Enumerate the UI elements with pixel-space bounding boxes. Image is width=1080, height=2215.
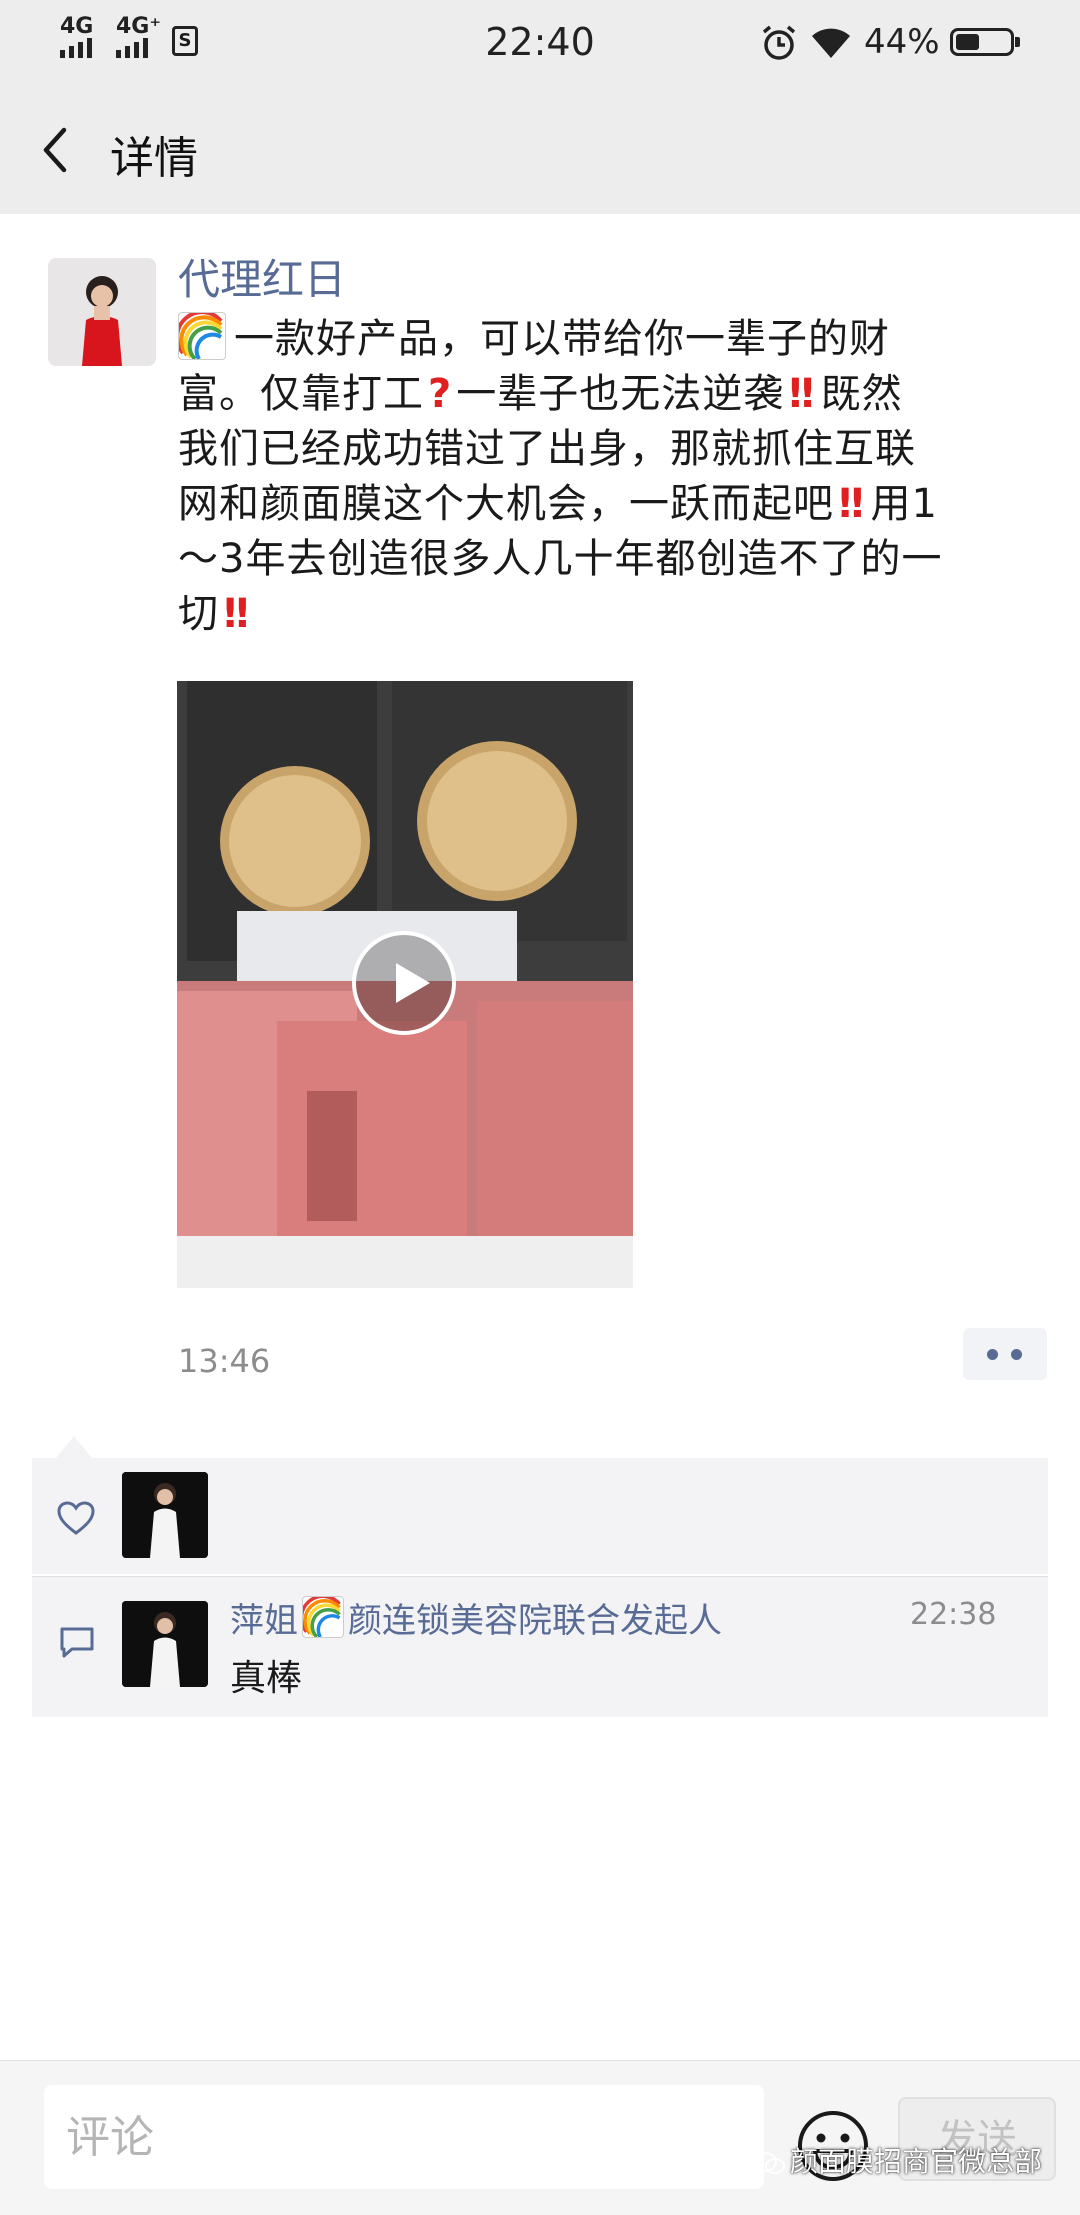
wifi-icon [812,28,850,58]
post-text: 一款好产品，可以带给你一辈子的财 富。仅靠打工? 一辈子也无法逆袭!! 既然 我们已… [178,312,1048,642]
chevron-left-icon[interactable] [36,122,76,178]
commenter-name-part: 颜连锁美容院联合发起人 [348,1601,722,1641]
dot-icon [987,1349,998,1360]
page-title: 详情 [110,133,198,184]
alarm-icon [762,25,796,60]
post-text-line: 网和颜面膜这个大机会，一跃而起吧 [178,481,834,527]
comment-text[interactable]: 真棒 [230,1649,302,1701]
liker-avatar[interactable] [122,1472,208,1558]
comment-time: 22:38 [910,1597,997,1632]
post-time: 13:46 [178,1342,271,1380]
question-mark-emoji-icon: ? [428,371,453,417]
video-thumbnail[interactable] [177,681,633,1288]
interaction-pointer [56,1436,92,1458]
more-options-button[interactable] [963,1328,1047,1380]
rainbow-emoji-icon [178,312,226,360]
commenter-name[interactable]: 萍姐 颜连锁美容院联合发起人 [230,1593,722,1642]
double-exclamation-emoji-icon: !! [836,481,867,527]
post-text-line: 我们已经成功错过了出身，那就抓住互联 [178,426,916,472]
comment-input-bar: 发送 [0,2060,1080,2215]
watermark-text: 颜面膜招商官微总部 [790,2145,1043,2178]
battery-icon [950,28,1020,56]
commenter-name-part: 萍姐 [230,1601,298,1641]
rainbow-emoji-icon [302,1596,344,1638]
play-icon[interactable] [352,931,456,1035]
wechat-logo-icon [753,2152,785,2174]
dot-icon [1011,1349,1022,1360]
likes-section [32,1458,1048,1574]
author-avatar[interactable] [48,258,156,366]
post-text-line: 既然 [820,371,903,417]
comments-section: 萍姐 颜连锁美容院联合发起人 22:38 真棒 [32,1576,1048,1717]
post-text-line: 切 [178,591,219,637]
battery-percent: 44% [864,22,940,62]
post-text-line: ～3年去创造很多人几十年都创造不了的一 [178,536,943,582]
post-text-line: 一辈子也无法逆袭 [456,371,785,417]
comment-input[interactable] [44,2085,764,2189]
comment-icon [60,1627,94,1658]
author-name[interactable]: 代理红日 [178,246,346,307]
watermark: 颜面膜招商官微总部 [752,2140,1042,2180]
double-exclamation-emoji-icon: !! [786,371,817,417]
post-text-line: 富。仅靠打工 [178,371,424,417]
status-bar: 4G 4G⁺ S 22:40 44% [0,0,1080,86]
double-exclamation-emoji-icon: !! [221,591,252,637]
nav-bar: 详情 [0,86,1080,214]
heart-icon [57,1501,95,1535]
post-text-line: 一款好产品，可以带给你一辈子的财 [234,316,890,362]
commenter-avatar[interactable] [122,1601,208,1687]
post-text-line: 用1 [870,481,938,527]
